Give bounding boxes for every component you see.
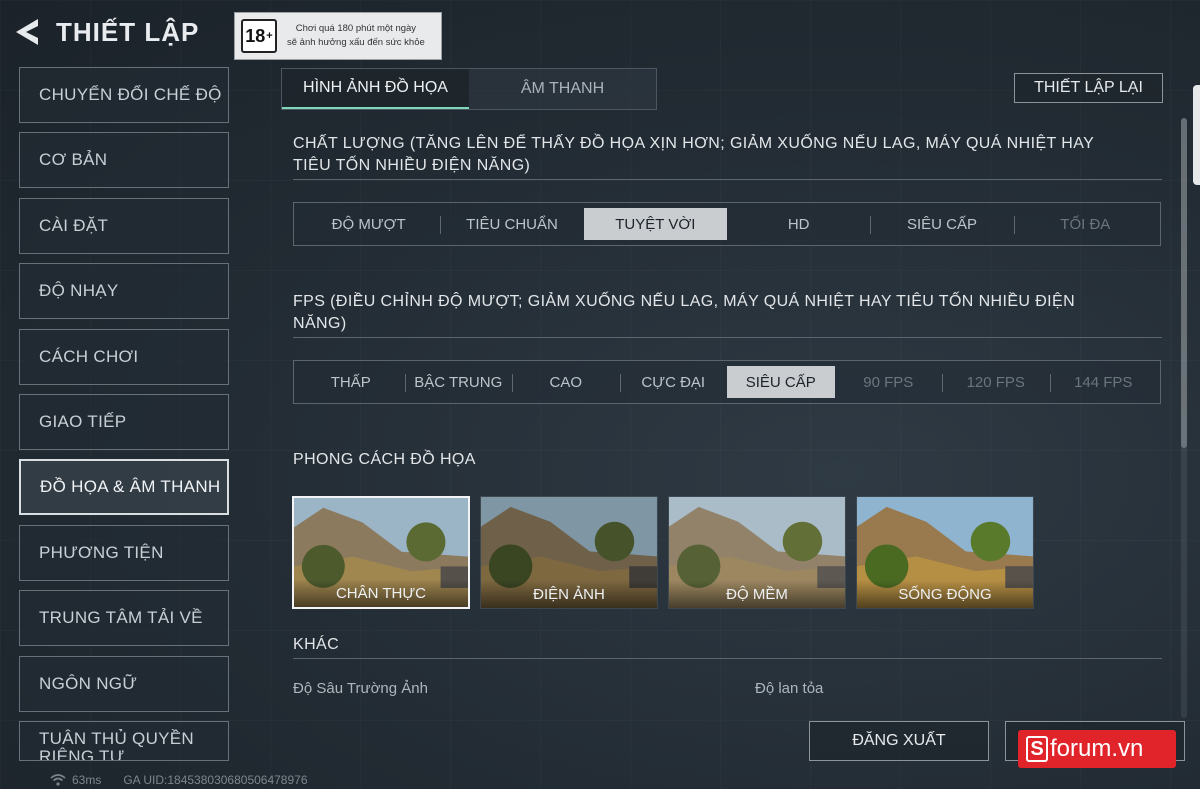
scrollbar[interactable] <box>1181 118 1187 718</box>
sidebar-item-privacy[interactable]: TUÂN THỦ QUYỀN RIÊNG TƯ <box>19 720 229 761</box>
sidebar-item-gameplay[interactable]: CÁCH CHƠI <box>19 328 229 385</box>
uid-value: GA UID:18453803068050647897​6 <box>123 773 308 787</box>
quality-option-smooth[interactable]: ĐỘ MƯỢT <box>297 208 440 240</box>
divider <box>293 179 1162 180</box>
sidebar-item-settings[interactable]: CÀI ĐẶT <box>19 197 229 254</box>
sidebar-item-download-center[interactable]: TRUNG TÂM TẢI VỀ <box>19 590 229 647</box>
divider <box>293 658 1162 659</box>
fps-option-extreme[interactable]: CỰC ĐẠI <box>619 366 728 398</box>
fps-selector: THẤP BẬC TRUNG CAO CỰC ĐẠI SIÊU CẤP 90 F… <box>293 360 1161 404</box>
fps-option-ultra[interactable]: SIÊU CẤP <box>727 366 835 398</box>
quality-option-standard[interactable]: TIÊU CHUẨN <box>440 208 583 240</box>
fps-title: FPS (ĐIỀU CHỈNH ĐỘ MƯỢT; GIẢM XUỐNG NẾU … <box>293 293 1076 332</box>
header: THIẾT LẬP 18 + Chơi quá 180 phút một ngày… <box>0 0 1200 62</box>
other-title: KHÁC <box>293 636 340 653</box>
fps-option-90[interactable]: 90 FPS <box>835 366 943 398</box>
quality-title: CHẤT LƯỢNG (TĂNG LÊN ĐỂ THẤY ĐỒ HỌA XỊN … <box>293 135 1094 174</box>
style-option-soft[interactable]: ĐỘ MỀM <box>668 496 846 609</box>
quality-option-excellent[interactable]: TUYỆT VỜI <box>583 208 727 240</box>
wifi-icon <box>50 774 66 786</box>
watermark-text: forum.vn <box>1050 735 1144 762</box>
fps-option-high[interactable]: CAO <box>512 366 620 398</box>
back-button[interactable]: THIẾT LẬP <box>14 14 204 50</box>
quality-selector: ĐỘ MƯỢT TIÊU CHUẨN TUYỆT VỜI HD SIÊU CẤP… <box>293 202 1161 246</box>
graphics-style-options: CHÂN THỰC ĐIỆN ẢNH ĐỘ MỀM SỐNG ĐỘNG <box>292 496 1034 609</box>
sidebar-item-sensitivity[interactable]: ĐỘ NHẠY <box>19 263 229 320</box>
age-rating-badge: 18 + <box>241 19 277 53</box>
page-title: THIẾT LẬP <box>56 16 200 47</box>
edge-handle[interactable] <box>1193 85 1200 185</box>
watermark-s-icon: S <box>1026 736 1048 762</box>
tab-graphics[interactable]: HÌNH ẢNH ĐỒ HỌA <box>282 69 469 109</box>
age-warning-box: 18 + Chơi quá 180 phút một ngày sẽ ảnh hư… <box>234 12 442 60</box>
style-option-cinematic[interactable]: ĐIỆN ẢNH <box>480 496 658 609</box>
sidebar-item-vehicles[interactable]: PHƯƠNG TIỆN <box>19 524 229 581</box>
style-option-vivid[interactable]: SỐNG ĐỘNG <box>856 496 1034 609</box>
sidebar-item-language[interactable]: NGÔN NGỮ <box>19 655 229 712</box>
fps-option-144[interactable]: 144 FPS <box>1049 366 1158 398</box>
sidebar-item-mode-switch[interactable]: CHUYỂN ĐỔI CHẾ ĐỘ <box>19 67 229 123</box>
fps-option-medium[interactable]: BẬC TRUNG <box>404 366 513 398</box>
style-option-realistic[interactable]: CHÂN THỰC <box>292 496 470 609</box>
quality-option-ultra[interactable]: SIÊU CẤP <box>870 208 1013 240</box>
quality-option-hd[interactable]: HD <box>727 208 870 240</box>
bloom-label: Độ lan tỏa <box>755 680 824 697</box>
fps-option-120[interactable]: 120 FPS <box>942 366 1050 398</box>
sidebar-item-graphics-audio[interactable]: ĐỒ HỌA & ÂM THANH <box>19 459 229 516</box>
divider <box>293 337 1162 338</box>
sidebar-item-communication[interactable]: GIAO TIẾP <box>19 393 229 450</box>
scroll-thumb[interactable] <box>1181 118 1187 448</box>
watermark-logo: S forum.vn <box>1018 730 1176 768</box>
sidebar: CHUYỂN ĐỔI CHẾ ĐỘ CƠ BẢN CÀI ĐẶT ĐỘ NHẠY… <box>19 67 229 770</box>
age-warning-text: Chơi quá 180 phút một ngày sẽ ảnh hưởng … <box>287 23 425 48</box>
depth-of-field-label: Độ Sâu Trường Ảnh <box>293 680 428 697</box>
back-arrow-icon <box>16 19 38 45</box>
fps-option-low[interactable]: THẤP <box>297 366 405 398</box>
reset-button[interactable]: THIẾT LẬP LẠI <box>1014 73 1163 103</box>
status-bar: 63ms GA UID:18453803068050647897​6 <box>20 773 308 787</box>
sidebar-item-basic[interactable]: CƠ BẢN <box>19 132 229 189</box>
tab-audio[interactable]: ÂM THANH <box>469 69 656 109</box>
graphics-style-title: PHONG CÁCH ĐỒ HỌA <box>293 451 476 468</box>
logout-button[interactable]: ĐĂNG XUẤT <box>809 721 989 761</box>
ping-value: 63ms <box>72 773 102 787</box>
quality-option-max[interactable]: TỐI ĐA <box>1013 208 1157 240</box>
tab-bar: HÌNH ẢNH ĐỒ HỌA ÂM THANH <box>281 68 657 110</box>
